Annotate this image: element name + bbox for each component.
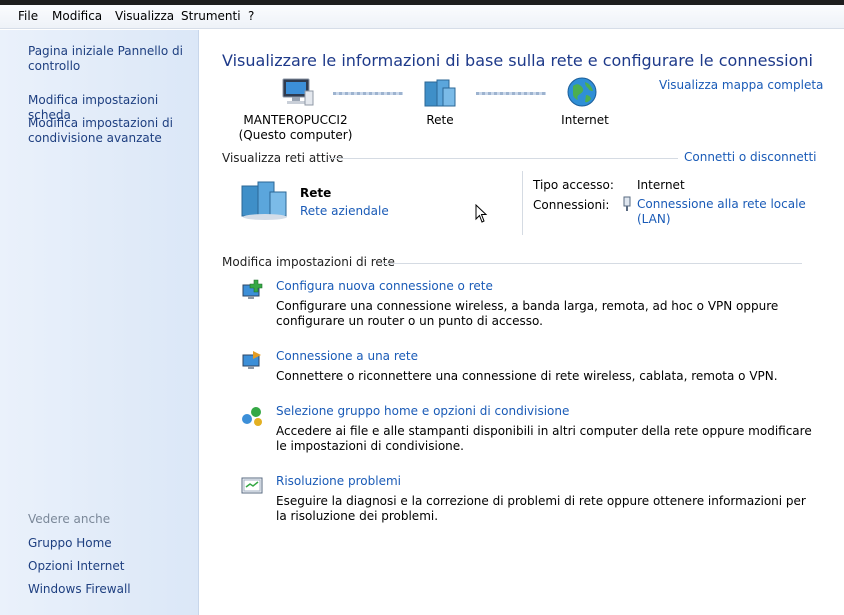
computer-icon [282,78,314,106]
sidebar-link-control-panel-home[interactable]: Pagina iniziale Pannello di controllo [28,44,193,74]
active-networks-heading: Visualizza reti attive [222,151,344,165]
menu-bar: File Modifica Visualizza Strumenti ? [0,5,844,29]
sidebar: Pagina iniziale Pannello di controllo Mo… [0,30,199,615]
active-network-divider [522,171,523,235]
view-full-map-link[interactable]: Visualizza mappa completa [659,78,823,92]
menu-strumenti[interactable]: Strumenti [181,9,241,23]
lan-connection-link[interactable]: Connessione alla rete locale (LAN) [637,197,807,227]
task-connect-network-desc: Connettere o riconnettere una connession… [276,369,778,383]
globe-icon [567,77,597,107]
access-type-value: Internet [637,178,685,192]
task-connect-network-link[interactable]: Connessione a una rete [276,349,418,363]
sidebar-link-sharing-settings[interactable]: Modifica impostazioni di condivisione av… [28,116,193,146]
sidebar-link-internet-options[interactable]: Opzioni Internet [28,559,193,574]
new-connection-icon [242,279,263,299]
task-troubleshoot-desc: Eseguire la diagnosi e la correzione di … [276,494,806,523]
network-icon [424,79,456,107]
ethernet-icon [623,196,631,211]
task-troubleshoot-link[interactable]: Risoluzione problemi [276,474,401,488]
node-internet: Internet [561,113,609,127]
troubleshoot-icon [241,477,263,494]
node-computer-sub: (Questo computer) [238,128,353,142]
node-network: Rete [426,113,454,127]
main-panel: Visualizzare le informazioni di base sul… [200,30,844,615]
access-type-label: Tipo accesso: [533,178,614,192]
menu-help[interactable]: ? [248,9,254,23]
page-title: Visualizzare le informazioni di base sul… [222,51,813,70]
task-homegroup-link[interactable]: Selezione gruppo home e opzioni di condi… [276,404,569,418]
connect-disconnect-link[interactable]: Connetti o disconnetti [684,150,817,164]
map-connector-1 [333,92,403,95]
active-networks-rule [328,158,678,159]
change-settings-heading: Modifica impostazioni di rete [222,255,395,269]
change-settings-rule [380,263,802,264]
map-connector-2 [476,92,546,95]
node-computer-name: MANTEROPUCCI2 [243,113,348,127]
task-new-connection-desc: Configurare una connessione wireless, a … [276,299,779,328]
connections-label: Connessioni: [533,198,610,212]
see-also-label: Vedere anche [28,512,111,526]
homegroup-icon [242,407,262,426]
menu-modifica[interactable]: Modifica [52,9,102,23]
sidebar-link-windows-firewall[interactable]: Windows Firewall [28,582,193,597]
active-network-name: Rete [300,186,332,200]
active-network-type-link[interactable]: Rete aziendale [300,204,389,218]
connect-to-network-icon [242,351,261,369]
menu-visualizza[interactable]: Visualizza [115,9,174,23]
menu-file[interactable]: File [18,9,38,23]
task-new-connection-link[interactable]: Configura nuova connessione o rete [276,279,493,293]
network-building-icon [241,181,287,220]
mouse-cursor-icon [475,204,488,223]
task-homegroup-desc: Accedere ai file e alle stampanti dispon… [276,424,812,453]
sidebar-link-homegroup[interactable]: Gruppo Home [28,536,193,551]
